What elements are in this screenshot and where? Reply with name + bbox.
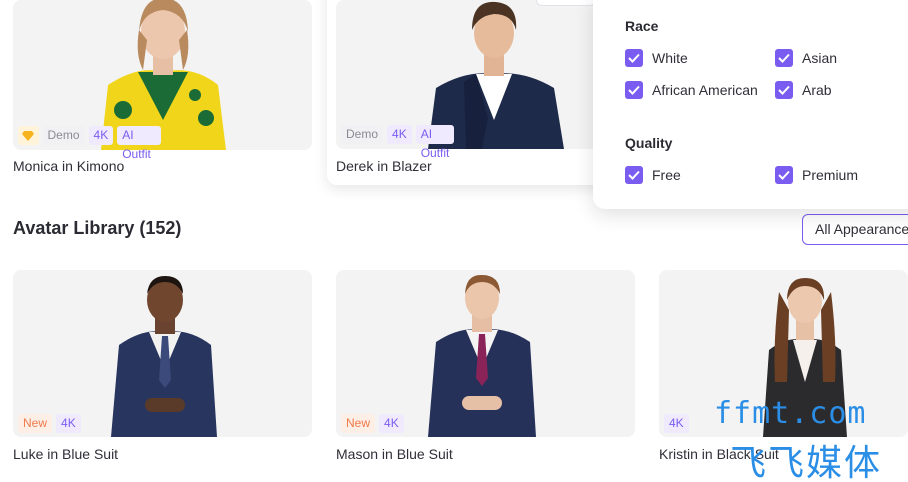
avatar-library-title: Avatar Library (152) bbox=[13, 218, 182, 238]
filter-option-free[interactable]: Free bbox=[625, 166, 681, 184]
checkmark-icon[interactable] bbox=[625, 49, 643, 67]
demo-badge: Demo bbox=[341, 125, 384, 144]
avatar-image-mason bbox=[336, 270, 635, 437]
diamond-icon bbox=[18, 126, 39, 145]
checkmark-icon[interactable] bbox=[775, 166, 793, 184]
appearance-filter-button[interactable]: All Appearance bbox=[802, 214, 908, 245]
avatar-title: Monica in Kimono bbox=[13, 158, 125, 174]
quality-heading: Quality bbox=[625, 135, 673, 151]
avatar-image-luke bbox=[13, 270, 312, 437]
new-badge: New bbox=[18, 414, 53, 433]
checkmark-icon[interactable] bbox=[625, 81, 643, 99]
avatar-title: Luke in Blue Suit bbox=[13, 446, 119, 462]
filter-option-african-american[interactable]: African American bbox=[625, 81, 758, 99]
4k-badge: 4K bbox=[56, 414, 81, 433]
race-heading: Race bbox=[625, 18, 659, 34]
filter-option-arab[interactable]: Arab bbox=[775, 81, 832, 99]
filter-option-white[interactable]: White bbox=[625, 49, 688, 67]
filter-option-label: African American bbox=[652, 82, 758, 98]
new-badge: New bbox=[341, 414, 376, 433]
avatar-title: Mason in Blue Suit bbox=[336, 446, 453, 462]
filter-option-label: Premium bbox=[802, 167, 859, 183]
checkmark-icon[interactable] bbox=[625, 166, 643, 184]
4k-badge: 4K bbox=[387, 125, 412, 144]
badge-row: 4K bbox=[664, 414, 689, 433]
4k-badge: 4K bbox=[379, 414, 404, 433]
avatar-thumbnail[interactable] bbox=[13, 270, 312, 437]
watermark-domain: ffmt.com bbox=[714, 396, 867, 431]
4k-badge: 4K bbox=[664, 414, 689, 433]
filter-option-label: Free bbox=[652, 167, 681, 183]
badge-row: New 4K bbox=[341, 414, 404, 433]
filter-option-label: Asian bbox=[802, 50, 838, 66]
watermark-brand: 飞飞媒体 bbox=[730, 443, 883, 482]
badge-row: New 4K bbox=[18, 414, 81, 433]
checkmark-icon[interactable] bbox=[775, 81, 793, 99]
checkmark-icon[interactable] bbox=[775, 49, 793, 67]
badge-row: Demo 4K AI Outfit bbox=[18, 126, 162, 161]
ai-outfit-badge: AI Outfit bbox=[415, 125, 455, 160]
watermark: ffmt.com 飞飞媒体 bbox=[712, 396, 908, 482]
filter-option-premium[interactable]: Premium bbox=[775, 166, 858, 184]
badge-row: Demo 4K AI Outfit bbox=[341, 125, 455, 160]
filter-option-label: Arab bbox=[802, 82, 832, 98]
avatar-title: Derek in Blazer bbox=[336, 158, 432, 174]
toolbar-control-fragment[interactable] bbox=[536, 0, 596, 6]
avatar-thumbnail[interactable] bbox=[336, 270, 635, 437]
appearance-filter-panel: Race White Asian African American Arab Q… bbox=[593, 0, 908, 209]
filter-option-label: White bbox=[652, 50, 688, 66]
4k-badge: 4K bbox=[88, 126, 114, 145]
filter-option-asian[interactable]: Asian bbox=[775, 49, 837, 67]
demo-badge: Demo bbox=[42, 126, 85, 145]
ai-outfit-badge: AI Outfit bbox=[117, 126, 162, 161]
